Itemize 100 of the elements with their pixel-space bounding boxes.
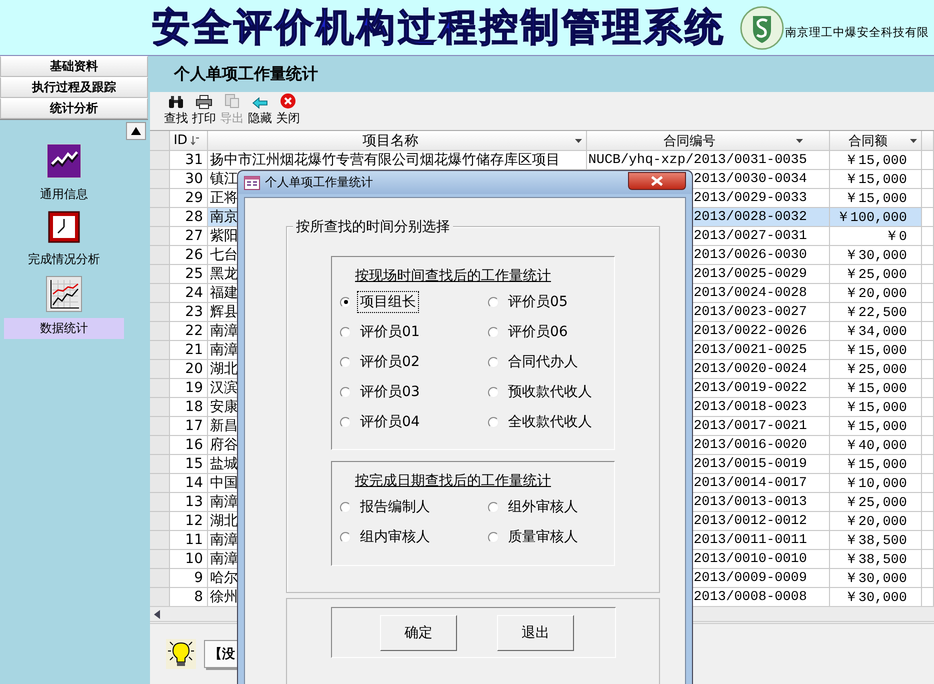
radio-button[interactable] bbox=[488, 502, 499, 512]
clock-icon[interactable] bbox=[48, 211, 80, 243]
nav-button[interactable]: 执行过程及跟踪 bbox=[0, 77, 148, 98]
row-selector[interactable] bbox=[150, 436, 170, 455]
table-cell: ￥30,000 bbox=[830, 246, 922, 265]
row-selector[interactable] bbox=[150, 170, 170, 189]
radio-button[interactable] bbox=[340, 356, 351, 368]
empty-cell bbox=[922, 569, 934, 588]
form-icon bbox=[244, 176, 260, 190]
sidebar-item[interactable]: 完成情况分析 bbox=[4, 249, 124, 270]
radio-button[interactable] bbox=[488, 386, 499, 398]
row-selector[interactable] bbox=[150, 151, 170, 170]
nav-button[interactable]: 统计分析 bbox=[0, 98, 148, 119]
row-selector[interactable] bbox=[150, 360, 170, 379]
table-cell: ￥25,000 bbox=[830, 360, 922, 379]
table-cell: ￥34,000 bbox=[830, 322, 922, 341]
sidebar-item[interactable]: 通用信息 bbox=[4, 184, 124, 205]
table-cell: ￥15,000 bbox=[830, 170, 922, 189]
dialog-button[interactable]: 确定 bbox=[380, 615, 457, 651]
row-selector[interactable] bbox=[150, 417, 170, 436]
row-selector[interactable] bbox=[150, 189, 170, 208]
empty-cell bbox=[922, 341, 934, 360]
dialog-button[interactable]: 退出 bbox=[497, 615, 574, 651]
empty-cell bbox=[922, 493, 934, 512]
row-selector[interactable] bbox=[150, 455, 170, 474]
row-selector[interactable] bbox=[150, 341, 170, 360]
column-header[interactable]: 合同编号 bbox=[587, 131, 830, 151]
document-icon bbox=[224, 93, 240, 109]
toolbar-button[interactable]: 查找 bbox=[164, 95, 188, 127]
table-cell: ￥15,000 bbox=[830, 151, 922, 170]
app-title: 安全评价机构过程控制管理系统 bbox=[152, 4, 726, 51]
radio-button[interactable] bbox=[488, 326, 499, 338]
close-icon bbox=[280, 93, 296, 109]
toolbar-button[interactable]: 隐藏 bbox=[248, 97, 272, 127]
empty-cell bbox=[922, 151, 934, 170]
row-selector[interactable] bbox=[150, 531, 170, 550]
row-selector[interactable] bbox=[150, 512, 170, 531]
row-selector[interactable] bbox=[150, 303, 170, 322]
row-selector[interactable] bbox=[150, 493, 170, 512]
row-selector[interactable] bbox=[150, 246, 170, 265]
empty-cell bbox=[922, 398, 934, 417]
table-cell: 15 bbox=[170, 455, 208, 474]
radio-button[interactable] bbox=[488, 296, 499, 308]
radio-button[interactable] bbox=[488, 532, 499, 542]
table-cell: 21 bbox=[170, 341, 208, 360]
radio-button[interactable] bbox=[488, 356, 499, 368]
close-button[interactable] bbox=[628, 172, 686, 190]
sort-icon bbox=[191, 136, 200, 145]
toolbar-button[interactable]: 关闭 bbox=[276, 93, 300, 127]
table-cell: 27 bbox=[170, 227, 208, 246]
radio-button[interactable] bbox=[488, 416, 499, 428]
empty-cell bbox=[922, 265, 934, 284]
empty-cell bbox=[922, 360, 934, 379]
row-selector[interactable] bbox=[150, 474, 170, 493]
radio-button[interactable] bbox=[340, 532, 351, 542]
table-cell: ￥100,000 bbox=[830, 208, 922, 227]
row-selector[interactable] bbox=[150, 322, 170, 341]
scroll-up-button[interactable] bbox=[126, 122, 146, 140]
table-cell: 17 bbox=[170, 417, 208, 436]
group-heading: 按现场时间查找后的工作量统计 bbox=[355, 267, 551, 285]
column-header[interactable]: 项目名称 bbox=[208, 131, 587, 151]
group-heading: 按完成日期查找后的工作量统计 bbox=[355, 472, 551, 490]
radio-button[interactable] bbox=[340, 386, 351, 398]
toolbar-button[interactable]: 打印 bbox=[192, 95, 216, 127]
table-cell: 29 bbox=[170, 189, 208, 208]
row-selector[interactable] bbox=[150, 284, 170, 303]
row-selector[interactable] bbox=[150, 550, 170, 569]
empty-cell bbox=[922, 531, 934, 550]
radio-button[interactable] bbox=[340, 296, 351, 308]
empty-cell bbox=[922, 208, 934, 227]
table-cell: 30 bbox=[170, 170, 208, 189]
row-selector[interactable] bbox=[150, 379, 170, 398]
radio-button[interactable] bbox=[340, 502, 351, 512]
table-cell: ￥38,500 bbox=[830, 550, 922, 569]
empty-cell bbox=[922, 246, 934, 265]
row-selector[interactable] bbox=[150, 265, 170, 284]
line-chart-icon[interactable] bbox=[46, 276, 82, 312]
table-cell: 16 bbox=[170, 436, 208, 455]
table-cell: ￥38,500 bbox=[830, 531, 922, 550]
nav-button[interactable]: 基础资料 bbox=[0, 56, 148, 77]
table-cell: 26 bbox=[170, 246, 208, 265]
lightbulb-icon bbox=[166, 639, 196, 669]
table-cell: ￥20,000 bbox=[830, 284, 922, 303]
empty-cell bbox=[922, 189, 934, 208]
row-selector[interactable] bbox=[150, 227, 170, 246]
row-selector[interactable] bbox=[150, 208, 170, 227]
dialog-title: 个人单项工作量统计 bbox=[265, 174, 373, 191]
sidebar-item[interactable]: 数据统计 bbox=[4, 318, 124, 339]
left-arrow-icon[interactable] bbox=[154, 610, 160, 618]
group-title: 按所查找的时间分别选择 bbox=[293, 218, 453, 236]
empty-cell bbox=[922, 170, 934, 189]
column-header[interactable]: 合同额 bbox=[830, 131, 922, 151]
trend-chart-icon[interactable] bbox=[47, 144, 81, 178]
table-cell: ￥20,000 bbox=[830, 512, 922, 531]
left-arrow-icon bbox=[252, 97, 268, 109]
radio-button[interactable] bbox=[340, 326, 351, 338]
column-header[interactable]: ID bbox=[170, 131, 208, 151]
radio-button[interactable] bbox=[340, 416, 351, 428]
row-selector[interactable] bbox=[150, 398, 170, 417]
row-selector[interactable] bbox=[150, 569, 170, 588]
